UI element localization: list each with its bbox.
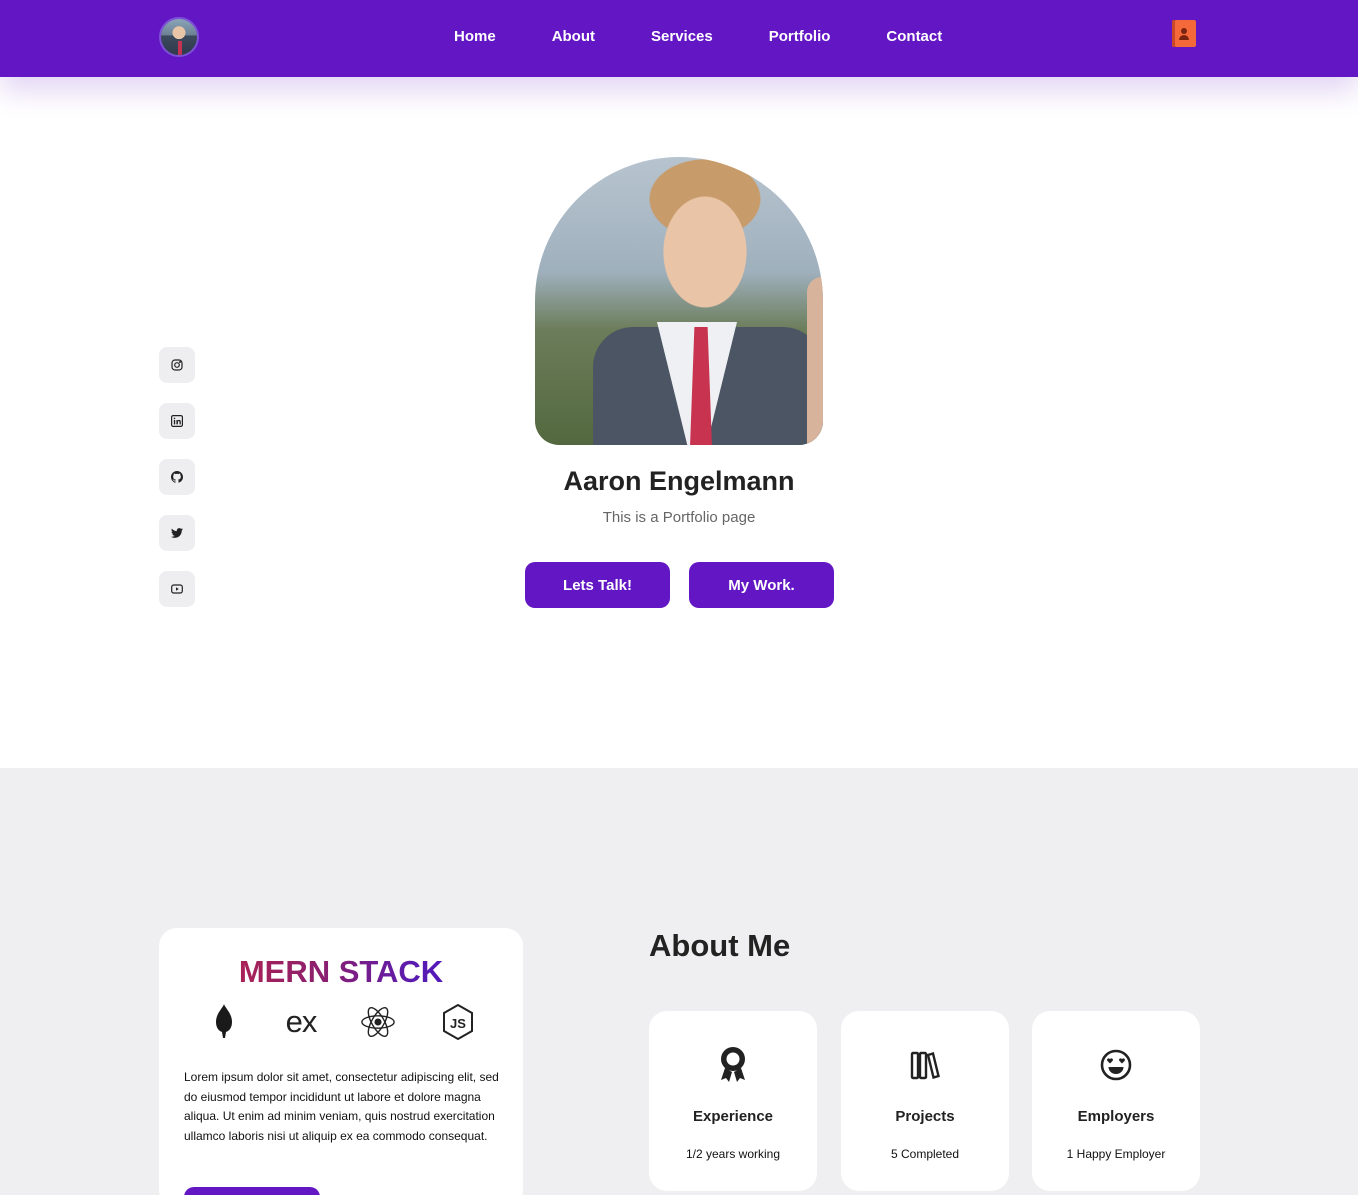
mongodb-icon: [206, 1004, 242, 1040]
instagram-icon[interactable]: [159, 347, 195, 383]
hero-subtitle: This is a Portfolio page: [602, 509, 756, 526]
mern-card-button[interactable]: [184, 1187, 320, 1195]
lets-talk-button[interactable]: Lets Talk!: [525, 562, 670, 608]
experience-title: Experience: [692, 1108, 774, 1125]
hero-portrait: [535, 157, 823, 445]
my-work-button[interactable]: My Work.: [689, 562, 834, 608]
smile-hearts-icon: [1032, 1045, 1200, 1085]
projects-title: Projects: [895, 1108, 955, 1125]
employers-value: 1 Happy Employer: [1066, 1147, 1166, 1161]
mern-title: MERN STACK: [159, 954, 523, 990]
navbar: Home About Services Portfolio Contact: [0, 0, 1358, 77]
about-section: MERN STACK ex JS Lorem ipsum dolor sit a…: [0, 768, 1358, 1195]
nav-link-portfolio[interactable]: Portfolio: [769, 28, 831, 45]
nav-link-home[interactable]: Home: [454, 28, 496, 45]
experience-card: Experience 1/2 years working: [649, 1011, 817, 1191]
nav-link-contact[interactable]: Contact: [886, 28, 942, 45]
books-icon: [841, 1045, 1009, 1085]
express-icon: ex: [285, 1004, 318, 1039]
nav-link-services[interactable]: Services: [651, 28, 713, 45]
mern-card: MERN STACK ex JS Lorem ipsum dolor sit a…: [159, 928, 523, 1195]
svg-text:JS: JS: [450, 1016, 466, 1031]
employers-card: Employers 1 Happy Employer: [1032, 1011, 1200, 1191]
projects-card: Projects 5 Completed: [841, 1011, 1009, 1191]
nodejs-icon: JS: [440, 1004, 476, 1040]
nav-link-about[interactable]: About: [552, 28, 595, 45]
nav-links: Home About Services Portfolio Contact: [454, 0, 998, 72]
employers-title: Employers: [1077, 1108, 1155, 1125]
award-icon: [649, 1045, 817, 1085]
projects-value: 5 Completed: [890, 1147, 960, 1161]
youtube-icon[interactable]: [159, 571, 195, 607]
contact-book-icon[interactable]: [1172, 20, 1196, 47]
nav-avatar[interactable]: [159, 17, 199, 57]
mern-description: Lorem ipsum dolor sit amet, consectetur …: [184, 1070, 499, 1143]
hero-name: Aaron Engelmann: [563, 466, 795, 496]
linkedin-icon[interactable]: [159, 403, 195, 439]
react-icon: [360, 1004, 396, 1040]
experience-value: 1/2 years working: [685, 1147, 781, 1161]
about-title: About Me: [649, 928, 791, 963]
